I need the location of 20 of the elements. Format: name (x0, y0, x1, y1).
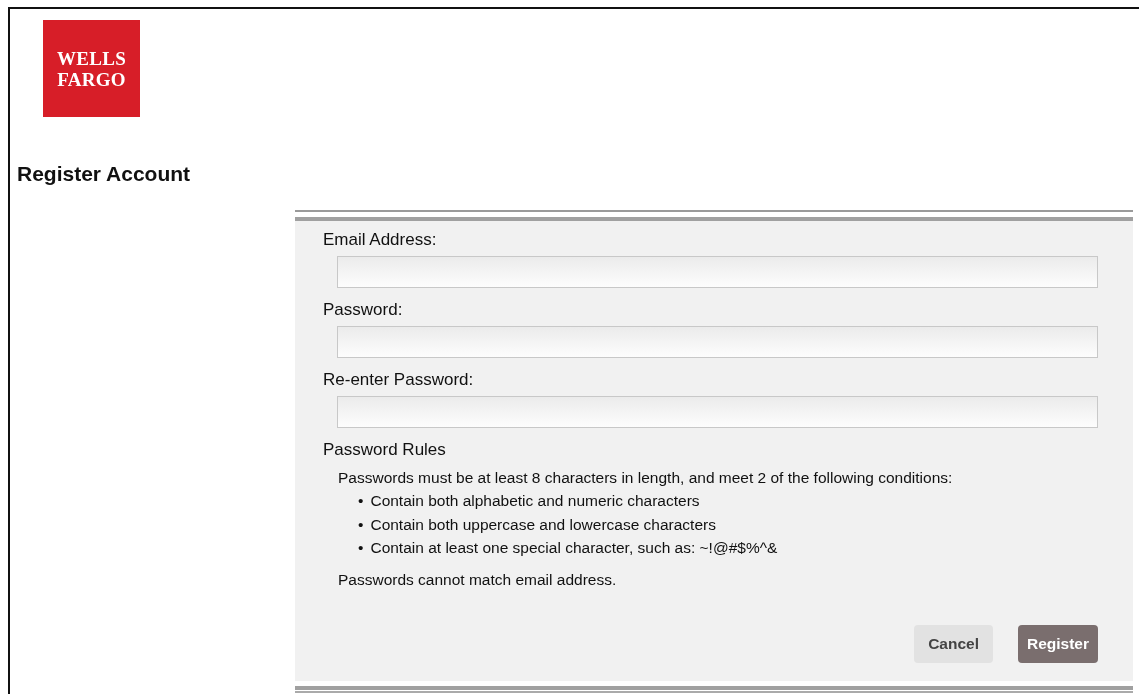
input-field[interactable] (337, 396, 1098, 428)
bullet: • (358, 538, 364, 558)
field-label: Email Address: (323, 229, 437, 251)
rules-text: Passwords must be at least 8 characters in length, and meet 2 of the following conditions: (338, 468, 953, 488)
rule-item: Contain both alphabetic and numeric characters (370, 491, 700, 511)
logo-text: FARGO (57, 68, 126, 90)
rules-note: Passwords cannot match email address. (338, 569, 617, 590)
field-label: Password: (323, 299, 403, 321)
bullet: • (358, 514, 364, 535)
cancel-button[interactable]: Cancel (914, 624, 993, 663)
page-title: Register Account (17, 161, 191, 187)
input-field[interactable] (337, 326, 1098, 358)
rule-item: Contain at least one special character, such as: ~!@#$%^& (370, 538, 778, 558)
field-label: Re-enter Password: (323, 369, 474, 391)
bullet: • (358, 491, 364, 511)
register-button[interactable]: Register (1017, 624, 1098, 663)
rule-item: Contain both uppercase and lowercase characters (370, 514, 716, 535)
rules-heading: Password Rules (323, 439, 446, 461)
logo-text: WELLS (56, 47, 127, 69)
input-field[interactable] (337, 256, 1098, 288)
